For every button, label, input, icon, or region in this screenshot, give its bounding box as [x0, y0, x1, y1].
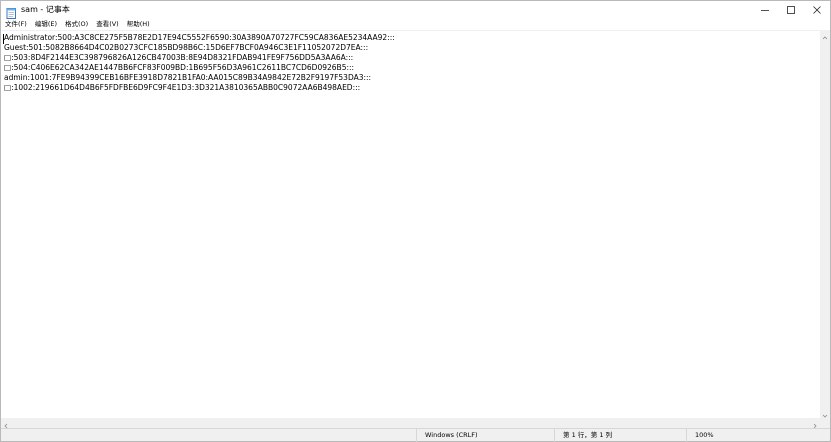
menu-bar: 文件(F) 编辑(E) 格式(O) 查看(V) 帮助(H): [1, 19, 830, 30]
vertical-scrollbar[interactable]: [820, 30, 830, 418]
scrollbar-corner: [820, 418, 830, 428]
text-line: □:503:8D4F2144E3C398796826A126CB47003B:8…: [4, 53, 354, 62]
window-title: sam - 记事本: [21, 5, 70, 14]
minimize-icon: [760, 5, 770, 15]
scroll-left-button[interactable]: [1, 418, 11, 428]
chevron-up-icon: [822, 26, 828, 45]
text-line: □:1002:219661D64D4B6F5FDFBE6D9FC9F4E1D3:…: [4, 83, 361, 92]
status-zoom: 100%: [686, 429, 830, 442]
maximize-icon: [786, 5, 796, 15]
text-line: Guest:501:5082B8664D4C02B0273CFC185BD98B…: [4, 43, 369, 52]
status-bar: Windows (CRLF) 第 1 行，第 1 列 100%: [1, 428, 830, 442]
status-cursor-position: 第 1 行，第 1 列: [554, 429, 686, 442]
text-line: □:504:C406E62CA342AE1447BB6FCF83F009BD:1…: [4, 63, 355, 72]
scroll-down-button[interactable]: [820, 408, 830, 418]
maximize-button[interactable]: [777, 1, 805, 19]
menu-file[interactable]: 文件(F): [5, 19, 27, 30]
status-encoding: Windows (CRLF): [416, 429, 554, 442]
horizontal-scrollbar[interactable]: [1, 418, 820, 428]
menu-format[interactable]: 格式(O): [65, 19, 88, 30]
text-line: admin:1001:7FE9B94399CEB16BFE3918D7821B1…: [4, 73, 372, 82]
menu-edit[interactable]: 编辑(E): [35, 19, 57, 30]
notepad-window: sam - 记事本 文件(F) 编辑(E) 格式(O) 查看(V) 帮助(H) …: [0, 0, 831, 442]
notepad-icon[interactable]: [6, 4, 17, 19]
text-line: Administrator:500:A3C8CE275F5B78E2D17E94…: [4, 33, 395, 42]
title-bar[interactable]: sam - 记事本: [1, 1, 830, 19]
text-editor[interactable]: Administrator:500:A3C8CE275F5B78E2D17E94…: [1, 30, 820, 418]
scroll-up-button[interactable]: [820, 30, 830, 40]
menu-help[interactable]: 帮助(H): [127, 19, 150, 30]
close-icon: [812, 5, 822, 15]
menu-view[interactable]: 查看(V): [96, 19, 119, 30]
scroll-right-button[interactable]: [810, 418, 820, 428]
close-button[interactable]: [803, 1, 831, 19]
minimize-button[interactable]: [751, 1, 779, 19]
